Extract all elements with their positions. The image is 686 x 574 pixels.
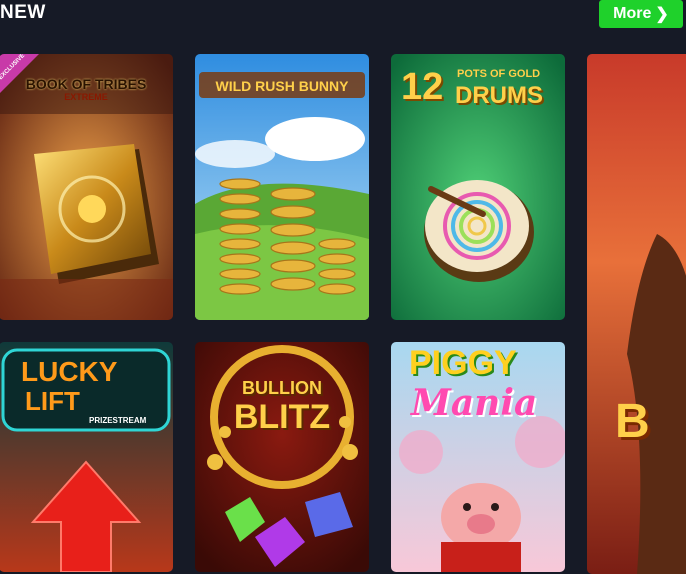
game-logo-title: WILD RUSH BUNNY [215,78,349,94]
game-logo-title-2: BLITZ [233,398,331,436]
game-logo-title: BULLION [242,378,322,398]
game-logo-title: DRUMS [455,82,543,109]
game-logo-title-2: Mania [411,382,538,424]
game-logo-title: B [615,395,650,448]
game-art [587,54,686,574]
game-tile-featured[interactable]: B [587,54,686,574]
game-tile-piggy-mania[interactable]: PIGGY Mania [391,342,565,572]
game-logo-title-2: LIFT [25,386,80,416]
game-tile-book-of-tribes[interactable]: BOOK OF TRIBES EXTREME EXCLUSIVE [0,54,173,320]
game-logo-subtitle: EXTREME [64,92,108,102]
brand-label: PRIZESTREAM [89,416,147,425]
game-logo-title: PIGGY [409,344,517,382]
game-logo-title: BOOK OF TRIBES [25,76,147,92]
more-button[interactable]: More ❯ [599,0,683,28]
game-tile-bullion-blitz[interactable]: BULLION BLITZ [195,342,369,572]
game-logo-title: LUCKY [21,356,118,387]
game-art [195,342,369,572]
game-tile-wild-rush-bunny[interactable]: WILD RUSH BUNNY [195,54,369,320]
chevron-right-icon: ❯ [655,6,669,23]
game-logo-number: 12 [401,66,444,108]
more-button-label: More [613,5,652,22]
game-tile-12-pots-of-gold-drums[interactable]: 12 POTS OF GOLD DRUMS [391,54,565,320]
game-tile-lucky-lift[interactable]: LUCKY LIFT PRIZESTREAM [0,342,173,572]
section-title: NEW [0,2,46,23]
game-logo-title-top: POTS OF GOLD [457,68,541,80]
